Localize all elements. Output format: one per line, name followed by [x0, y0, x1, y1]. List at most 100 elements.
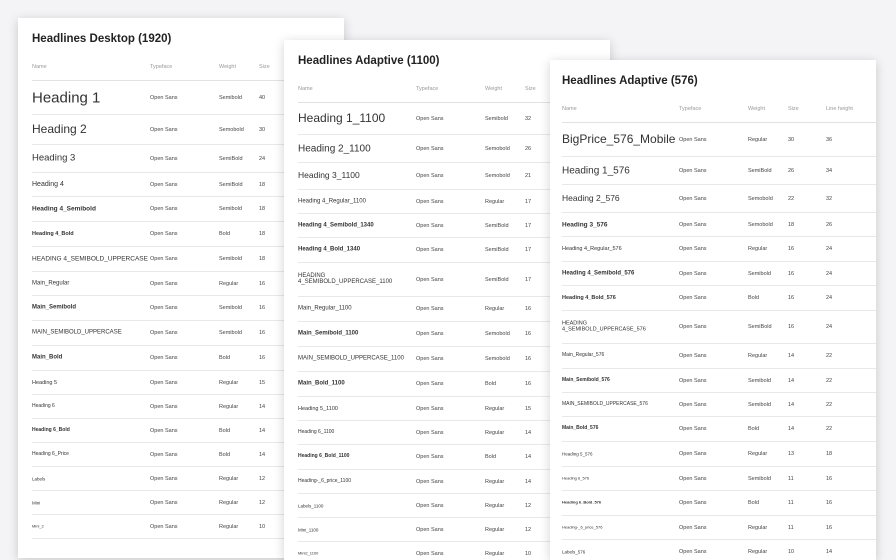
typeface-cell: Open Sans — [416, 331, 444, 337]
size-cell: 17 — [525, 247, 532, 253]
weight-cell: Regular — [485, 526, 505, 533]
typeface-cell: Open Sans — [416, 198, 444, 205]
style-name: Heading 6_576 — [562, 475, 590, 481]
typeface-cell: Open Sans — [150, 206, 178, 212]
size-cell: 26 — [788, 167, 795, 174]
style-name: HEADING 4_SEMIBOLD_UPPERCASE — [32, 255, 148, 263]
style-name: Mini2_1100 — [298, 550, 319, 556]
style-name: Labels — [32, 475, 46, 481]
header-name: Name — [298, 86, 313, 92]
style-name: Heading 1 — [32, 88, 101, 106]
style-name: Labels_576 — [562, 548, 586, 554]
size-cell: 14 — [259, 403, 266, 410]
weight-cell: Regular — [219, 379, 239, 386]
weight-cell: Bold — [485, 454, 497, 460]
typeface-cell: Open Sans — [150, 403, 178, 410]
style-name: Heading 4_Semibold — [32, 205, 96, 213]
style-name: Labels_1100 — [298, 502, 324, 508]
table-row: HEADING 4_SEMIBOLD_UPPERCASE_576 Open San… — [562, 311, 876, 344]
typeface-cell: Open Sans — [679, 451, 707, 457]
weight-cell: Semibold — [219, 256, 242, 262]
table-row: Heading 4_Bold_576 Open Sans Bold 16 24 — [562, 286, 876, 311]
typeface-cell: Open Sans — [679, 246, 707, 252]
size-cell: 18 — [259, 206, 266, 212]
table-row: Heading 1_576 Open Sans SemiBold 26 34 — [562, 157, 876, 185]
line-height-cell: 22 — [826, 377, 833, 384]
weight-cell: Bold — [219, 231, 231, 237]
style-name: Heading 1_1100 — [298, 110, 386, 125]
line-height-cell: 16 — [826, 524, 833, 531]
typeface-cell: Open Sans — [416, 356, 444, 362]
size-cell: 17 — [525, 198, 532, 205]
size-cell: 17 — [525, 222, 532, 229]
weight-cell: Semobold — [219, 126, 244, 133]
weight-cell: Semobold — [748, 195, 773, 202]
style-name: Heading 5_576 — [562, 451, 593, 457]
weight-cell: Semibold — [748, 270, 771, 277]
typeface-cell: Open Sans — [150, 231, 178, 237]
weight-cell: Regular — [748, 246, 768, 252]
weight-cell: SemiBold — [219, 181, 243, 188]
weight-cell: Regular — [748, 524, 768, 531]
size-cell: 32 — [525, 115, 532, 122]
size-cell: 10 — [259, 523, 266, 530]
weight-cell: Bold — [219, 355, 231, 361]
typeface-cell: Open Sans — [150, 330, 178, 336]
size-cell: 11 — [788, 475, 794, 482]
typeface-cell: Open Sans — [679, 324, 707, 330]
table-row: Labels_576 Open Sans Regular 10 14 — [562, 540, 876, 560]
size-cell: 14 — [788, 377, 795, 384]
size-cell: 16 — [788, 324, 795, 330]
style-name: Mini_2 — [32, 523, 44, 529]
table-row: Heading 6_Bold_576 Open Sans Bold 11 16 — [562, 491, 876, 516]
typeface-cell: Open Sans — [150, 305, 178, 311]
table-row: Heading 5_576 Open Sans Regular 13 18 — [562, 442, 876, 467]
typeface-cell: Open Sans — [150, 256, 178, 262]
style-name: Heading 6 — [32, 402, 55, 409]
weight-cell: Semibold — [748, 475, 771, 482]
line-height-cell: 24 — [826, 324, 833, 330]
style-name: Heading 2 — [32, 121, 87, 136]
size-cell: 40 — [259, 94, 266, 101]
style-name: Main_Regular_576 — [562, 352, 605, 359]
typeface-cell: Open Sans — [416, 222, 444, 229]
size-cell: 16 — [788, 246, 795, 252]
style-name: Heading 4_Regular_1100 — [298, 198, 366, 205]
line-height-cell: 24 — [826, 246, 833, 252]
size-cell: 16 — [259, 305, 266, 311]
weight-cell: Semibold — [219, 206, 242, 212]
headlines-adaptive-576-panel: Headlines Adaptive (576) Name Typeface W… — [550, 60, 876, 560]
typeface-cell: Open Sans — [679, 167, 707, 174]
line-height-cell: 26 — [826, 221, 833, 228]
typeface-cell: Open Sans — [679, 475, 707, 482]
weight-cell: Bold — [748, 500, 760, 506]
weight-cell: SemiBold — [219, 155, 243, 162]
typeface-cell: Open Sans — [416, 306, 444, 312]
typeface-cell: Open Sans — [416, 526, 444, 533]
size-cell: 10 — [525, 550, 532, 557]
weight-cell: Regular — [219, 475, 239, 482]
weight-cell: Semibold — [219, 94, 242, 101]
size-cell: 18 — [259, 231, 266, 237]
style-name: Main_Semibold_576 — [562, 376, 610, 383]
table-row: Heading 3_576 Open Sans Semobold 18 26 — [562, 213, 876, 237]
size-cell: 11 — [788, 524, 794, 531]
style-name: Heading 4_Bold — [32, 230, 74, 237]
typeface-cell: Open Sans — [416, 550, 444, 557]
size-cell: 22 — [788, 195, 795, 202]
size-cell: 11 — [788, 500, 794, 506]
typeface-cell: Open Sans — [150, 155, 178, 162]
weight-cell: SemiBold — [485, 222, 509, 229]
size-cell: 14 — [788, 353, 795, 359]
weight-cell: SemiBold — [485, 276, 509, 283]
line-height-cell: 34 — [826, 167, 833, 174]
size-cell: 15 — [525, 405, 532, 412]
style-name: Main_Semibold — [32, 304, 77, 311]
type-table: BigPrice_576_Mobile Open Sans Regular 30 36 H… — [562, 123, 876, 560]
typeface-cell: Open Sans — [679, 221, 707, 228]
typeface-cell: Open Sans — [679, 401, 707, 408]
header-name: Name — [32, 64, 47, 70]
style-name: Main_Bold_1100 — [298, 380, 345, 387]
size-cell: 16 — [788, 295, 795, 301]
table-header: Name Typeface Weight Size Line height — [562, 102, 876, 123]
